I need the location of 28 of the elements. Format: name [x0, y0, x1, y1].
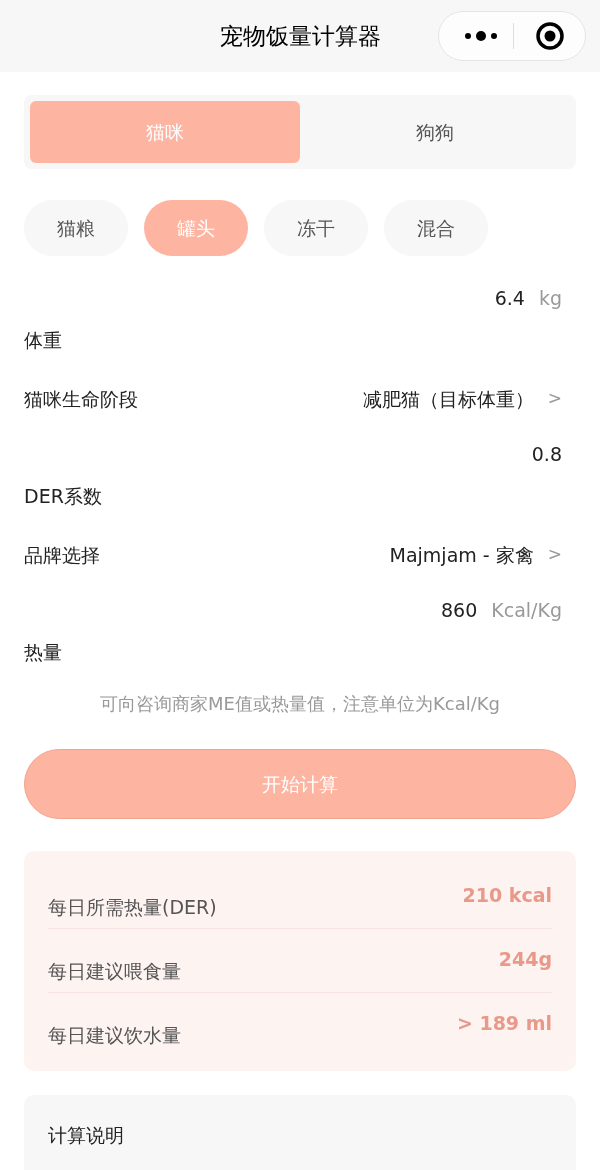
field-label: 体重: [24, 327, 62, 353]
result-label: 每日所需热量(DER): [48, 895, 217, 920]
hint-text: 可向咨询商家ME值或热量值，注意单位为Kcal/Kg: [99, 692, 501, 716]
result-value: 244g: [498, 947, 552, 972]
input-field[interactable]: 6.4: [494, 284, 525, 313]
chevron-icon: >: [547, 386, 562, 412]
input-field[interactable]: 860: [441, 596, 478, 625]
explanation-title: 计算说明: [48, 1124, 124, 1146]
chevron-icon: >: [547, 542, 562, 568]
field-label: 热量: [24, 639, 62, 665]
picker-value[interactable]: 减肥猫（目标体重）: [362, 384, 534, 414]
picker-value[interactable]: Majmjam - 家禽: [389, 540, 534, 570]
food-type-chip[interactable]: 猫粮: [24, 200, 128, 256]
pet-tab[interactable]: 狗狗: [300, 101, 570, 163]
field-label: 猫咪生命阶段: [24, 386, 138, 412]
page-title: 宠物饭量计算器: [219, 21, 381, 51]
result-value: > 189 ml: [456, 1011, 552, 1036]
unit-label: Kcal/Kg: [491, 598, 562, 623]
field-label: 品牌选择: [24, 542, 100, 568]
field-label: DER系数: [24, 483, 102, 509]
more-icon[interactable]: [463, 29, 499, 43]
food-type-chip[interactable]: 冻干: [264, 200, 368, 256]
result-value: 210 kcal: [462, 883, 552, 908]
food-type-chip[interactable]: 混合: [384, 200, 488, 256]
input-field[interactable]: 0.8: [531, 440, 562, 469]
result-label: 每日建议喂食量: [48, 959, 181, 984]
unit-label: kg: [538, 286, 562, 311]
result-label: 每日建议饮水量: [48, 1023, 181, 1048]
